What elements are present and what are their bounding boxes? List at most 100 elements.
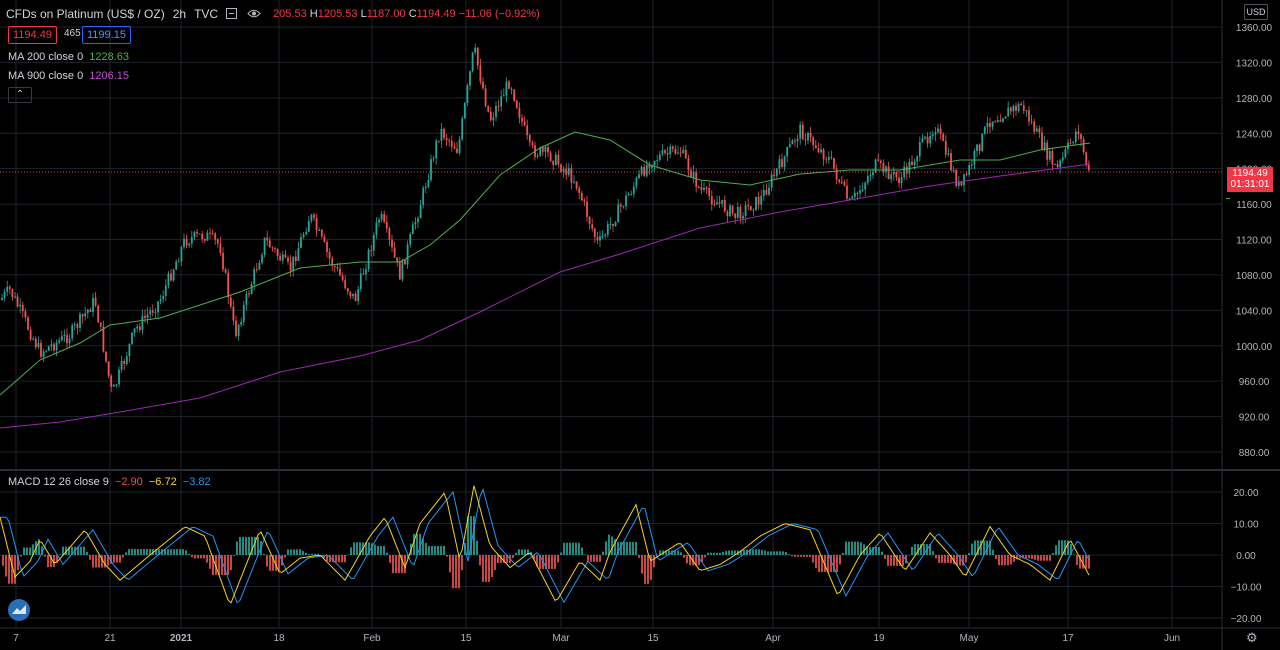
currency-button[interactable]: USD <box>1244 4 1268 20</box>
candle-body <box>131 332 133 344</box>
macd-histogram-bar <box>233 555 235 556</box>
macd-histogram-bar <box>92 555 94 568</box>
macd-signal-line <box>0 487 1090 604</box>
candle-body <box>313 214 315 218</box>
candle-body <box>34 338 37 348</box>
candle-body <box>237 324 240 336</box>
macd-histogram-bar <box>23 547 25 555</box>
macd-histogram-bar <box>1046 555 1048 561</box>
macd-histogram-bar <box>911 546 913 555</box>
ohlc-open: 205.53 <box>273 7 307 20</box>
buy-price-button[interactable]: 1199.15 <box>82 26 131 44</box>
candle-body <box>224 269 227 273</box>
candle-body <box>466 85 469 104</box>
candle-body <box>661 150 664 155</box>
candle-body <box>1087 165 1090 170</box>
eye-icon[interactable] <box>247 8 261 19</box>
ma900-legend[interactable]: MA 900 close 0 1206.15 <box>8 70 129 82</box>
candle-body <box>830 156 833 159</box>
macd-histogram-bar <box>1025 555 1027 559</box>
macd-legend[interactable]: MACD 12 26 close 9 −2.90 −6.72 −3.82 <box>8 476 211 488</box>
candle-body <box>781 159 783 168</box>
candle-body <box>302 234 305 238</box>
macd-histogram-bar <box>335 555 337 563</box>
sell-price-button[interactable]: 1194.49 <box>8 26 57 44</box>
macd-histogram-bar <box>0 555 1 556</box>
x-tick-label: 15 <box>647 633 659 644</box>
candle-body <box>349 291 352 297</box>
candle-body <box>864 182 867 190</box>
candle-body <box>133 328 136 333</box>
candle-body <box>596 236 599 241</box>
macd-histogram-bar <box>395 555 397 574</box>
ma200-legend[interactable]: MA 200 close 0 1228.63 <box>8 51 129 63</box>
candle-body <box>934 132 937 135</box>
macd-histogram-bar <box>842 553 844 555</box>
macd-y-tick-label: 20.00 <box>1233 488 1258 499</box>
tradingview-logo-icon[interactable] <box>8 599 30 621</box>
candle-body <box>1022 105 1025 111</box>
candle-body <box>50 344 53 347</box>
symbol-name[interactable]: CFDs on Platinum (US$ / OZ) <box>6 7 165 21</box>
gear-icon[interactable]: ⚙ <box>1246 630 1258 646</box>
candle-body <box>879 160 882 164</box>
macd-histogram-bar <box>854 541 856 555</box>
candle-body <box>1074 131 1077 142</box>
ohlc-close: 1194.49 <box>416 7 456 20</box>
candle-body <box>729 205 731 217</box>
macd-histogram-bar <box>146 548 148 555</box>
macd-histogram-bar <box>845 541 847 555</box>
candle-body <box>492 117 495 121</box>
macd-histogram-bar <box>599 555 601 562</box>
candle-body <box>370 249 373 251</box>
macd-histogram-bar <box>305 552 307 555</box>
candle-body <box>471 52 474 72</box>
candle-body <box>1035 128 1038 132</box>
candle-body <box>47 346 50 351</box>
candle-body <box>162 295 165 300</box>
macd-histogram-bar <box>266 555 268 567</box>
macd-histogram-bar <box>1061 540 1063 555</box>
candle-body <box>190 237 193 244</box>
macd-histogram-bar <box>245 536 247 555</box>
candle-body <box>918 142 921 157</box>
symbol-legend[interactable]: CFDs on Platinum (US$ / OZ) 2h TVC 205.5… <box>6 5 540 22</box>
macd-histogram-bar <box>605 541 607 555</box>
chevron-up-icon[interactable]: ⌃ <box>8 87 32 103</box>
candle-body <box>339 268 341 276</box>
candle-body <box>760 195 763 205</box>
price-chart[interactable]: 1360.001320.001280.001240.001200.001160.… <box>0 0 1280 650</box>
candle-body <box>632 186 635 194</box>
candle-body <box>11 288 14 298</box>
macd-histogram-bar <box>998 555 1000 566</box>
macd-histogram-bar <box>710 552 712 555</box>
macd-histogram-bar <box>449 555 451 573</box>
candle-body <box>136 326 139 329</box>
macd-histogram-bar <box>797 555 799 557</box>
ma900-label: MA 900 close 0 <box>8 70 84 82</box>
interval-label[interactable]: 2h <box>173 7 186 21</box>
macd-signal-value: −3.82 <box>182 476 211 488</box>
candle-body <box>448 140 451 142</box>
collapse-square-icon[interactable] <box>226 8 238 19</box>
macd-histogram-bar <box>128 548 130 555</box>
macd-histogram-bar <box>653 555 655 568</box>
macd-histogram-bar <box>431 545 433 555</box>
macd-histogram-bar <box>1076 555 1078 566</box>
candle-body <box>502 95 505 97</box>
candle-body <box>505 81 508 96</box>
candle-body <box>326 241 328 253</box>
candle-body <box>944 140 947 155</box>
candle-body <box>716 202 718 205</box>
macd-histogram-bar <box>935 555 937 559</box>
macd-histogram-bar <box>938 555 940 563</box>
candle-body <box>240 321 243 325</box>
candle-body <box>146 314 149 318</box>
candle-body <box>547 146 549 153</box>
macd-histogram-bar <box>197 555 199 559</box>
macd-histogram-bar <box>185 550 187 555</box>
macd-histogram-bar <box>512 555 514 558</box>
macd-histogram-bar <box>515 552 517 555</box>
macd-histogram-bar <box>203 555 205 559</box>
macd-histogram-bar <box>356 542 358 555</box>
